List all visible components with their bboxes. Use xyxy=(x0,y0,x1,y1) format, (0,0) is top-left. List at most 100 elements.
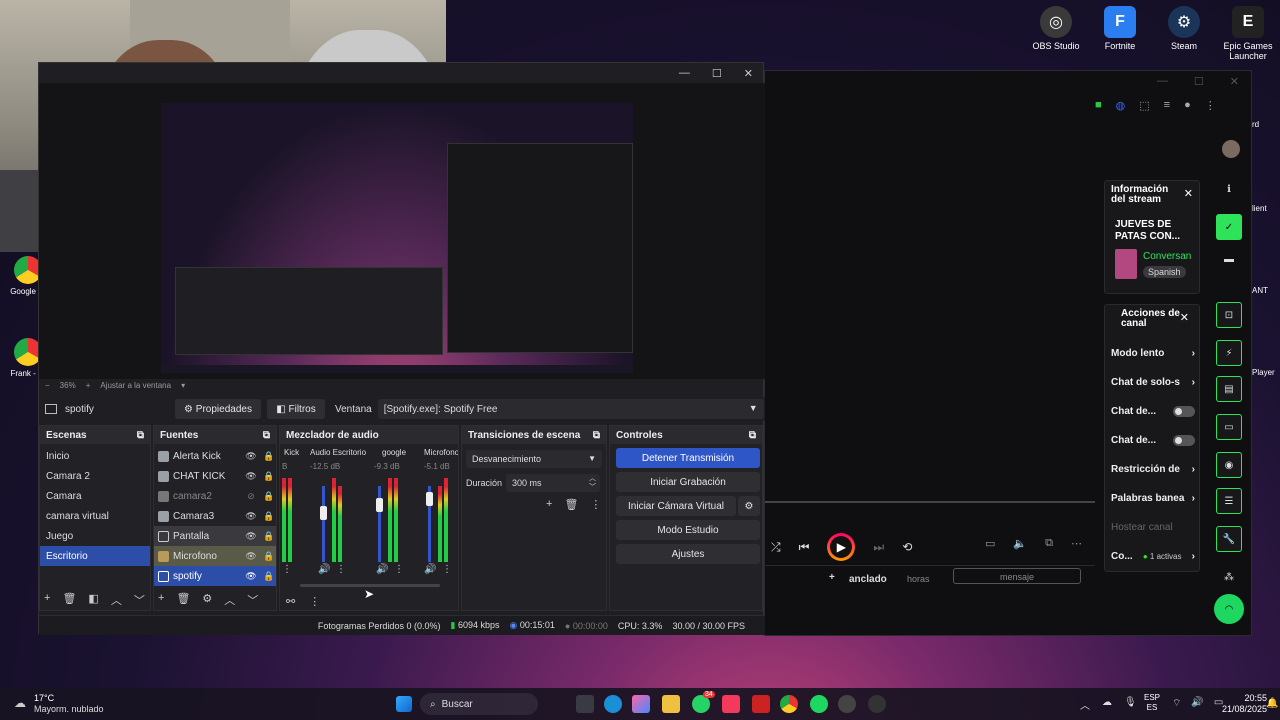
add-icon[interactable]: + xyxy=(829,572,835,583)
windows-start-icon[interactable] xyxy=(396,696,412,712)
chevron-up-icon[interactable]: ︿ xyxy=(1080,697,1090,712)
menu-icon[interactable]: ⋮ xyxy=(309,595,320,608)
profile-icon[interactable]: ● xyxy=(1184,99,1191,121)
studio-mode-button[interactable]: Modo Estudio xyxy=(616,520,760,540)
undock-icon[interactable]: ⧉ xyxy=(137,430,144,441)
copilot-icon[interactable] xyxy=(632,695,650,713)
add-icon[interactable]: + xyxy=(546,498,552,511)
filters-button[interactable]: ◧ Filtros xyxy=(267,399,325,419)
maximize-icon[interactable]: ☐ xyxy=(712,67,722,80)
minimize-icon[interactable]: — xyxy=(1157,75,1168,87)
close-icon[interactable]: ✕ xyxy=(1184,187,1193,200)
repeat-icon[interactable]: ⟲ xyxy=(902,540,912,554)
desktop-icon-epic[interactable]: E Epic Games Launcher xyxy=(1216,6,1280,61)
lock-icon[interactable]: 🔒 xyxy=(262,571,276,582)
chevron-up-icon[interactable]: ︿ xyxy=(111,592,122,608)
target-icon[interactable]: ⊡ xyxy=(1216,302,1242,328)
source-item-selected[interactable]: spotify 👁 🔒 xyxy=(154,566,276,586)
next-icon[interactable]: ⏭ xyxy=(873,540,884,555)
lock-icon[interactable]: 🔒 xyxy=(262,511,276,522)
source-item[interactable]: Microfono 👁 🔒 xyxy=(154,546,276,566)
action-chat-toggle-2[interactable]: Chat de... xyxy=(1105,426,1201,455)
stepper-icon[interactable]: ︿ ﹀ xyxy=(589,474,596,492)
duration-input[interactable]: 300 ms ︿ ﹀ xyxy=(506,474,600,492)
action-banned-words[interactable]: Palabras banea › xyxy=(1105,484,1201,513)
eye-icon[interactable]: 👁 xyxy=(244,511,258,522)
chevron-down-icon[interactable]: ﹀ xyxy=(134,592,145,608)
clock[interactable]: 20:55 21/08/2025 xyxy=(1222,693,1267,715)
volume-icon[interactable]: 🔊 xyxy=(318,564,336,575)
quick-settings[interactable]: ⌔ 🔊 ▭ xyxy=(1172,697,1223,710)
queue-icon[interactable]: ≡ xyxy=(1164,99,1170,121)
desktop-icon-steam[interactable]: ⚙ Steam xyxy=(1152,6,1216,51)
more-icon[interactable]: ⋯ xyxy=(1071,537,1082,550)
message-input[interactable]: mensaje xyxy=(953,568,1081,584)
filter-icon[interactable]: ◧ xyxy=(88,592,98,608)
scene-item[interactable]: Inicio xyxy=(40,446,150,466)
lock-icon[interactable]: 🔒 xyxy=(262,491,276,502)
lock-icon[interactable]: 🔒 xyxy=(262,551,276,562)
obs-preview[interactable]: − 36% + Ajustar a la ventana ▾ xyxy=(39,83,765,390)
weather-widget[interactable]: ☁ 17°C Mayorm. nublado xyxy=(14,692,104,716)
broadcast-icon[interactable]: ◉ xyxy=(1216,452,1242,478)
trash-icon[interactable]: 🗑 xyxy=(62,592,76,608)
chrome-icon[interactable] xyxy=(780,695,798,713)
trash-icon[interactable]: 🗑 xyxy=(564,498,578,511)
obs-icon[interactable] xyxy=(838,695,856,713)
source-item[interactable]: Pantalla 👁 🔒 xyxy=(154,526,276,546)
layout-icon[interactable]: ▬ xyxy=(1216,246,1242,272)
scene-item-selected[interactable]: Escritorio xyxy=(40,546,150,566)
start-recording-button[interactable]: Iniciar Grabación xyxy=(616,472,760,492)
source-item[interactable]: Camara3 👁 🔒 xyxy=(154,506,276,526)
chat-icon[interactable]: ▭ xyxy=(1216,414,1242,440)
desktop-icon-obs[interactable]: ◎ OBS Studio xyxy=(1024,6,1088,51)
close-icon[interactable]: ✕ xyxy=(1230,75,1239,88)
menu-icon[interactable]: ⋮ xyxy=(1205,99,1216,121)
eye-off-icon[interactable]: ⊘ xyxy=(244,491,258,502)
headset-icon[interactable]: ◠ xyxy=(1214,594,1244,624)
category-label[interactable]: Conversan xyxy=(1143,251,1191,262)
music-icon[interactable] xyxy=(722,695,740,713)
volume-icon[interactable]: 🔈 xyxy=(1013,537,1027,550)
previous-icon[interactable]: ⏮ xyxy=(799,540,810,555)
eye-icon[interactable]: 👁 xyxy=(244,471,258,482)
scene-item[interactable]: Juego xyxy=(40,526,150,546)
menu-icon[interactable]: ⋮ xyxy=(590,498,601,511)
window-select[interactable]: [Spotify.exe]: Spotify Free ▼ xyxy=(377,399,764,419)
zoom-out-icon[interactable]: − xyxy=(45,381,50,390)
shuffle-icon[interactable]: ⤮ xyxy=(771,540,781,555)
media-player-icon[interactable] xyxy=(868,695,886,713)
file-explorer-icon[interactable] xyxy=(662,695,680,713)
minimize-icon[interactable]: — xyxy=(679,67,690,79)
lyrics-icon[interactable]: ▭ xyxy=(985,537,995,550)
link-icon[interactable]: ⚯ xyxy=(286,595,295,608)
undock-icon[interactable]: ⧉ xyxy=(593,430,600,441)
virtual-camera-settings-button[interactable]: ⚙ xyxy=(738,496,760,516)
notification-bell-icon[interactable]: 🔔 xyxy=(1266,698,1278,709)
desktop-icon-fortnite[interactable]: F Fortnite xyxy=(1088,6,1152,51)
close-icon[interactable]: ✕ xyxy=(744,67,753,80)
trash-icon[interactable]: 🗑 xyxy=(176,592,190,608)
play-button[interactable]: ▶ xyxy=(827,533,856,561)
properties-button[interactable]: ⚙ Propiedades xyxy=(175,399,261,419)
shapes-icon[interactable]: ⁂ xyxy=(1216,564,1242,590)
extension-icon[interactable]: ■ xyxy=(1095,99,1102,121)
fader-knob[interactable] xyxy=(376,498,383,512)
settings-button[interactable]: Ajustes xyxy=(616,544,760,564)
wrench-icon[interactable]: 🔧 xyxy=(1216,526,1242,552)
fader-knob[interactable] xyxy=(426,492,433,506)
action-restriction[interactable]: Restricción de › xyxy=(1105,455,1201,484)
transition-select[interactable]: Desvanecimiento ▼ xyxy=(466,450,602,468)
task-view-icon[interactable] xyxy=(576,695,594,713)
eye-icon[interactable]: 👁 xyxy=(244,451,258,462)
fader-knob[interactable] xyxy=(320,506,327,520)
volume-icon[interactable]: 🔊 xyxy=(424,564,442,575)
lock-icon[interactable]: 🔒 xyxy=(262,531,276,542)
eye-icon[interactable]: 👁 xyxy=(244,571,258,582)
list-icon[interactable]: ☰ xyxy=(1216,488,1242,514)
eye-icon[interactable]: 👁 xyxy=(244,551,258,562)
close-icon[interactable]: ✕ xyxy=(1180,311,1189,324)
action-slow-mode[interactable]: Modo lento › xyxy=(1105,339,1201,368)
add-icon[interactable]: + xyxy=(44,592,50,608)
language-indicator[interactable]: ESP ES xyxy=(1144,693,1160,713)
